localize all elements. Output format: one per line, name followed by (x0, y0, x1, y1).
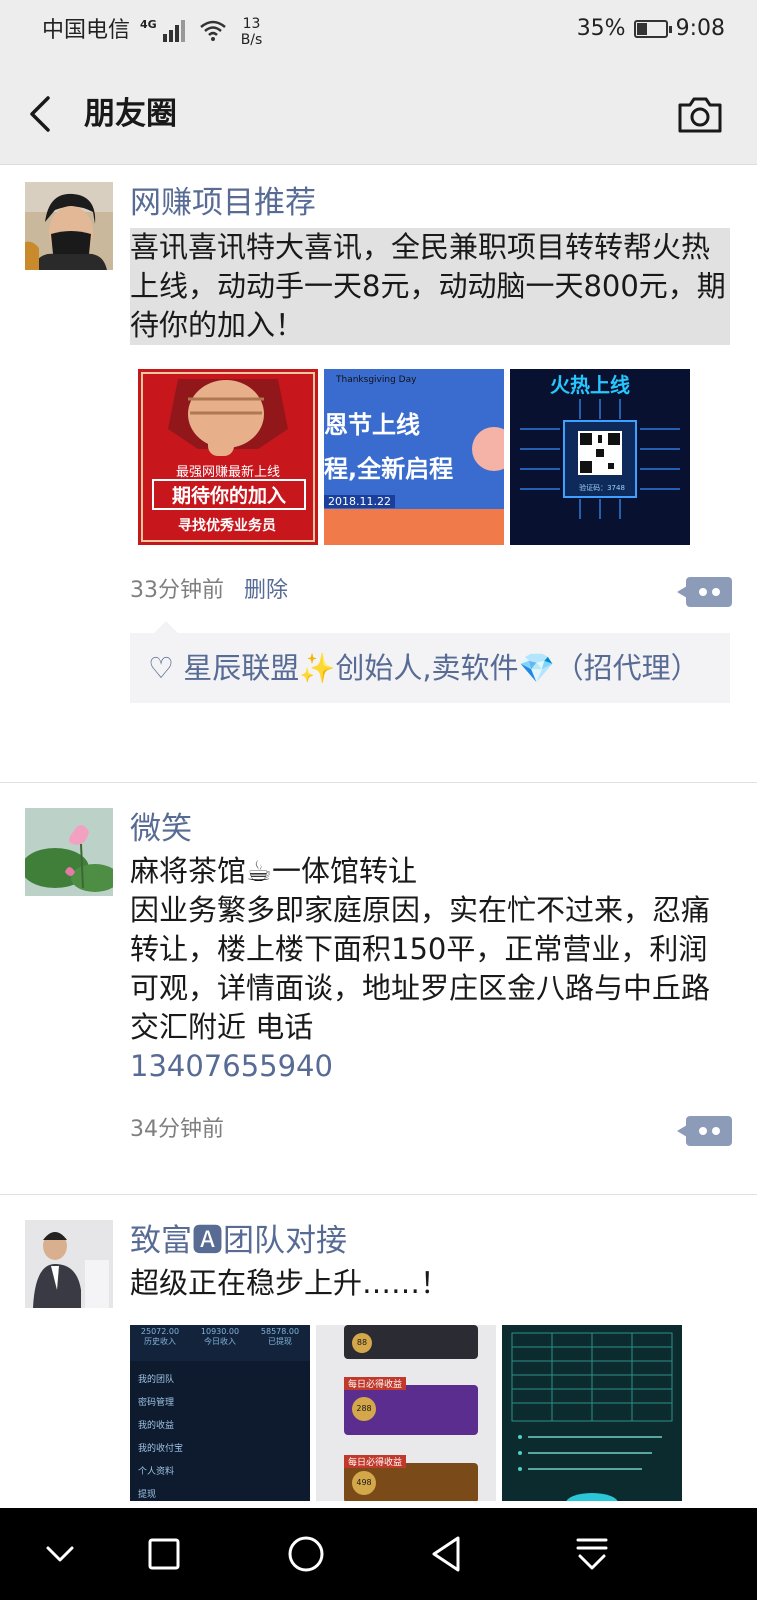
wifi-icon (199, 20, 226, 41)
stat-value: 25072.00 (140, 1327, 180, 1336)
avatar-image (25, 1220, 113, 1308)
author-name[interactable]: 网赚项目推荐 (130, 182, 730, 224)
comment-button[interactable] (677, 577, 732, 607)
divider (0, 1194, 757, 1195)
menu-row: 我的收益 (138, 1421, 175, 1431)
speed-value: 13 (242, 16, 261, 32)
image-caption: 火热上线 (550, 373, 630, 397)
post-time: 33分钟前 (130, 578, 224, 603)
stat-label: 已提现 (268, 1337, 292, 1346)
image-caption: 每日必得收益 (344, 1377, 407, 1390)
image-caption: 寻找优秀业务员 (178, 518, 276, 534)
post-meta: 33分钟前 删除 (130, 571, 732, 611)
post-image[interactable]: 每日必得收益 每日必得收益 88 288 498 (316, 1325, 496, 1501)
home-button[interactable] (284, 1532, 328, 1576)
battery-fill (636, 22, 647, 35)
image-caption: 每日必得收益 (344, 1455, 407, 1468)
author-name[interactable]: 致富🅰团队对接 (130, 1220, 730, 1262)
image-badge: 288 (352, 1397, 376, 1421)
post-image[interactable]: 25072.00 历史收入 10930.00 今日收入 58578.00 已提现 我的… (130, 1325, 310, 1501)
nav-back-button[interactable] (426, 1532, 470, 1576)
menu-row: 密码管理 (138, 1398, 175, 1408)
image-caption: 验证码：3748 (579, 484, 625, 492)
image-badge: 88 (352, 1333, 372, 1353)
avatar-image (25, 808, 113, 896)
page-title: 朋友圈 (84, 96, 177, 132)
post-image[interactable] (502, 1325, 682, 1501)
network-speed: 13 B/s (241, 16, 263, 48)
avatar[interactable] (25, 808, 113, 896)
stat-value: 58578.00 (260, 1327, 300, 1336)
stat-label: 历史收入 (144, 1337, 176, 1346)
delete-link[interactable]: 删除 (244, 578, 288, 603)
image-grid: 25072.00 历史收入 10930.00 今日收入 58578.00 已提现 我的… (130, 1325, 730, 1501)
comment-button[interactable] (677, 1116, 732, 1146)
stat-label: 今日收入 (204, 1337, 236, 1346)
battery-icon (633, 19, 672, 38)
camera-button[interactable] (677, 94, 723, 134)
post-image[interactable]: Thanksgiving Day 恩节上线 程,全新启程 2018.11.22 (324, 369, 504, 545)
header-bar: 朋友圈 (0, 64, 757, 165)
author-name[interactable]: 微笑 (130, 808, 730, 850)
heart-icon: ♡ (148, 651, 174, 685)
stat-value: 10930.00 (200, 1327, 240, 1336)
image-caption: 2018.11.22 (324, 495, 395, 508)
post-image[interactable]: 最强网赚最新上线 期待你的加入 寻找优秀业务员 (138, 369, 318, 545)
back-button[interactable] (22, 92, 62, 136)
avatar[interactable] (25, 1220, 113, 1308)
image-badge: 498 (352, 1471, 376, 1495)
post-body: 因业务繁多即家庭原因，实在忙不过来，忍痛转让，楼上楼下面积150平，正常营业，利… (130, 893, 711, 1044)
notification-pulldown-button[interactable] (570, 1532, 614, 1576)
post-text: 超级正在稳步上升……！ (130, 1266, 450, 1300)
image-caption: 期待你的加入 (152, 479, 306, 510)
image-caption: 最强网赚最新上线 (175, 465, 280, 480)
carrier-name: 中国电信 (42, 18, 131, 43)
signal-icon (162, 18, 185, 42)
post-meta: 34分钟前 (130, 1110, 732, 1150)
image-grid: 最强网赚最新上线 期待你的加入 寻找优秀业务员 Thanksgiving Day… (138, 369, 730, 545)
menu-row: 提现 (138, 1490, 157, 1500)
network-type: 4G (140, 18, 157, 31)
avatar-image (25, 182, 113, 270)
post-time: 34分钟前 (130, 1117, 224, 1142)
menu-row: 个人资料 (138, 1467, 175, 1477)
likes-list[interactable]: 星辰联盟✨创始人,卖软件💎（招代理） (183, 651, 699, 685)
image-caption: 程,全新启程 (324, 455, 454, 483)
phone-link[interactable]: 13407655940 (130, 1049, 333, 1083)
menu-row: 我的收付宝 (138, 1444, 184, 1454)
recents-button[interactable] (142, 1532, 186, 1576)
avatar[interactable] (25, 182, 113, 270)
menu-row: 我的团队 (138, 1375, 175, 1385)
image-caption: Thanksgiving Day (336, 375, 417, 385)
post-text: 喜讯喜讯特大喜讯，全民兼职项目转转帮火热上线，动动手一天8元，动动脑一天800元… (130, 228, 730, 345)
likes-box: ♡ 星辰联盟✨创始人,卖软件💎（招代理） (130, 621, 730, 703)
image-caption: 恩节上线 (324, 411, 420, 439)
post-image[interactable]: 火热上线 验证码：3748 (510, 369, 690, 545)
status-bar: 中国电信 4G 13 B/s 35% 9:08 (0, 0, 757, 64)
speed-unit: B/s (240, 32, 263, 48)
divider (0, 782, 757, 783)
hide-nav-button[interactable] (38, 1532, 82, 1576)
clock: 9:08 (675, 16, 725, 41)
post-text-title: 麻将茶馆☕一体馆转让 (130, 854, 417, 888)
system-nav-bar (0, 1508, 757, 1600)
post-text: 因业务繁多即家庭原因，实在忙不过来，忍痛转让，楼上楼下面积150平，正常营业，利… (130, 891, 730, 1086)
battery-percent: 35% (576, 16, 626, 41)
